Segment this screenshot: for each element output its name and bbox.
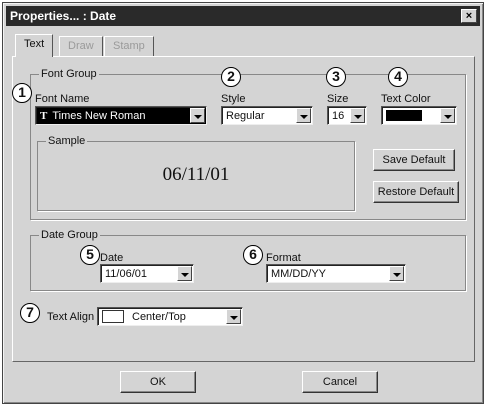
font-name-select[interactable]: T Times New Roman: [35, 106, 207, 125]
font-name-value: T Times New Roman: [40, 110, 145, 122]
tab-stamp[interactable]: Stamp: [104, 36, 154, 56]
text-align-label: Text Align: [47, 311, 95, 323]
date-dropdown-arrow[interactable]: [177, 266, 192, 281]
style-label: Style: [221, 93, 246, 105]
window-title: Properties... : Date: [10, 9, 117, 23]
format-dropdown-arrow[interactable]: [389, 266, 404, 281]
ok-button[interactable]: OK: [120, 371, 196, 393]
style-dropdown-arrow[interactable]: [296, 108, 311, 123]
text-align-dropdown-arrow[interactable]: [226, 309, 241, 324]
font-group: Font Group Font Name T Times New Roman St…: [30, 68, 466, 220]
date-label: Date: [100, 252, 124, 264]
size-label: Size: [327, 93, 349, 105]
font-name-text: Times New Roman: [52, 110, 146, 122]
sample-box: Sample 06/11/01: [37, 135, 355, 211]
sample-label: Sample: [46, 135, 88, 147]
style-select[interactable]: Regular: [221, 106, 313, 125]
color-swatch: [386, 110, 422, 121]
truetype-icon: T: [40, 110, 48, 122]
format-select[interactable]: MM/DD/YY: [266, 264, 406, 283]
callout-2: 2: [221, 67, 241, 87]
text-color-dropdown-arrow[interactable]: [440, 108, 455, 123]
format-value: MM/DD/YY: [271, 268, 326, 280]
cancel-button[interactable]: Cancel: [302, 371, 378, 393]
align-preview-icon: [102, 310, 124, 323]
date-value: 11/06/01: [105, 268, 148, 280]
text-align-value: Center/Top: [132, 311, 186, 323]
date-group-label: Date Group: [39, 229, 100, 241]
tab-panel-text: Font Group Font Name T Times New Roman St…: [12, 56, 475, 362]
format-label: Format: [266, 252, 301, 264]
font-group-label: Font Group: [39, 68, 99, 80]
callout-1: 1: [12, 83, 32, 103]
callout-7: 7: [20, 303, 40, 323]
callout-3: 3: [326, 67, 346, 87]
properties-dialog: Properties... : Date × Text Draw Stamp F…: [2, 2, 484, 404]
style-value: Regular: [226, 110, 265, 122]
title-bar: Properties... : Date ×: [6, 6, 480, 26]
tab-draw[interactable]: Draw: [59, 36, 103, 56]
font-name-label: Font Name: [35, 93, 90, 105]
text-color-select[interactable]: [381, 106, 457, 125]
close-button[interactable]: ×: [461, 9, 477, 23]
tab-text[interactable]: Text: [15, 34, 54, 57]
callout-6: 6: [243, 245, 263, 265]
size-select[interactable]: 16: [327, 106, 367, 125]
restore-default-button[interactable]: Restore Default: [373, 181, 459, 203]
size-dropdown-arrow[interactable]: [350, 108, 365, 123]
save-default-button[interactable]: Save Default: [373, 149, 455, 171]
sample-text: 06/11/01: [162, 164, 230, 185]
callout-5: 5: [80, 245, 100, 265]
date-select[interactable]: 11/06/01: [100, 264, 194, 283]
text-color-label: Text Color: [381, 93, 431, 105]
callout-4: 4: [388, 67, 408, 87]
size-value: 16: [332, 110, 345, 122]
text-align-select[interactable]: Center/Top: [97, 307, 243, 326]
font-name-dropdown-arrow[interactable]: [190, 108, 205, 123]
